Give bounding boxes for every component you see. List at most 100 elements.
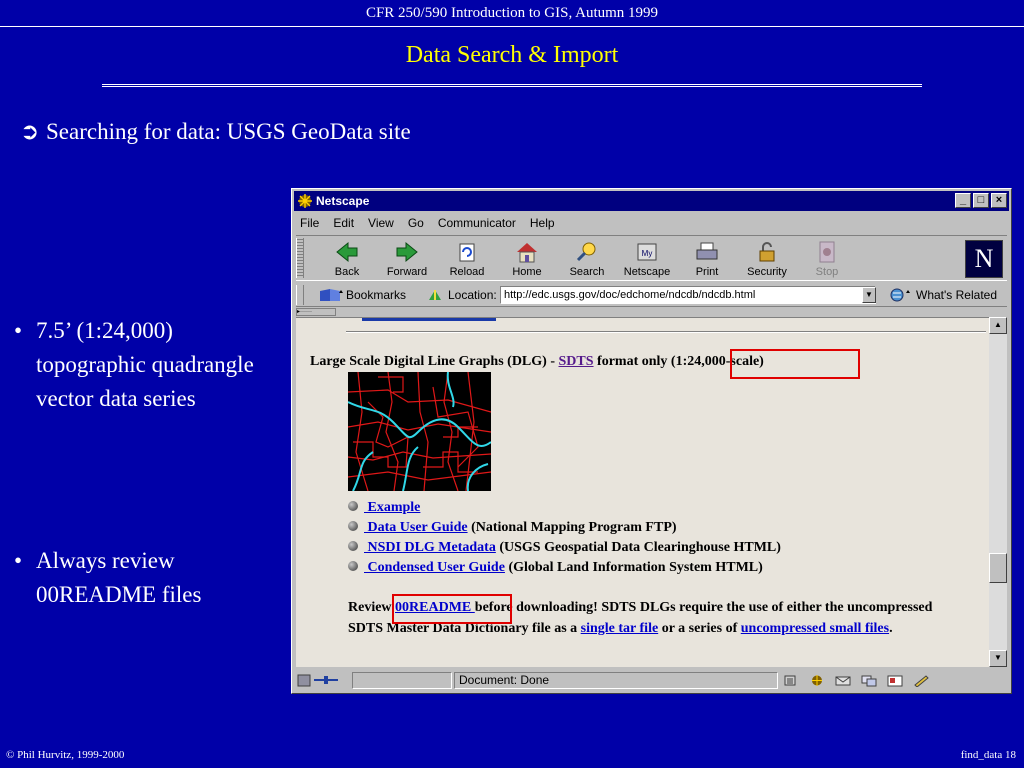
composer-icon[interactable] (886, 674, 904, 687)
side-bullet-scale: • 7.5’ (1:24,000) topographic quadrangle… (14, 314, 274, 416)
list-item: Condensed User Guide (Global Land Inform… (348, 558, 781, 578)
side-bullet-text: Always review 00README files (36, 548, 202, 607)
menu-go[interactable]: Go (408, 213, 424, 233)
navigation-toolbar: Back Forward Reload Home Search My Netsc… (296, 235, 1007, 281)
menu-edit[interactable]: Edit (333, 213, 354, 233)
list-item: Example (348, 498, 781, 518)
location-label: Location: (424, 285, 497, 305)
reload-button[interactable]: Reload (437, 238, 497, 280)
home-button[interactable]: Home (497, 238, 557, 280)
header-divider (0, 26, 1024, 27)
side-bullet-text: 7.5’ (1:24,000) topographic quadrangle v… (36, 318, 254, 411)
security-status-icon[interactable] (782, 674, 800, 687)
home-icon (517, 243, 537, 263)
offline-plug-icon (297, 674, 338, 687)
discussions-icon[interactable] (860, 674, 878, 687)
forward-arrow-icon (396, 241, 418, 263)
search-button[interactable]: Search (557, 238, 617, 280)
bullet-ball-icon (348, 521, 358, 531)
netscape-icon: My (637, 243, 657, 261)
netscape-window: Netscape _ □ × File Edit View Go Communi… (291, 188, 1012, 694)
arrow-bullet-icon: ➲ (20, 119, 40, 144)
main-bullet: ➲ Searching for data: USGS GeoData site (20, 119, 411, 145)
scale-highlight-box (730, 349, 860, 379)
window-title: Netscape (316, 194, 370, 208)
scroll-down-button[interactable]: ▼ (989, 650, 1007, 667)
minimize-button[interactable]: _ (955, 193, 971, 208)
readme-highlight-box (392, 594, 512, 624)
page-content: Large Scale Digital Line Graphs (DLG) - … (296, 317, 989, 667)
whats-related-icon (890, 288, 910, 302)
bullet-dot: • (14, 318, 23, 343)
security-button[interactable]: Security (737, 238, 797, 280)
maximize-button[interactable]: □ (973, 193, 989, 208)
sdts-link[interactable]: SDTS (559, 354, 594, 369)
close-button[interactable]: × (991, 193, 1007, 208)
print-button[interactable]: Print (677, 238, 737, 280)
scroll-up-button[interactable]: ▲ (989, 317, 1007, 334)
bookmarks-button[interactable]: Bookmarks (316, 285, 406, 305)
netscape-logo[interactable]: N (965, 240, 1003, 278)
collapsed-toolbar-tab[interactable]: ▸······ (296, 308, 336, 316)
svg-text:My: My (642, 249, 653, 258)
url-field[interactable]: http://edc.usgs.gov/doc/edchome/ndcdb/nd… (500, 286, 876, 304)
bookmarks-icon (320, 289, 343, 301)
page-edit-icon[interactable] (912, 674, 930, 687)
list-item: Data User Guide (National Mapping Progra… (348, 518, 781, 538)
mail-icon[interactable] (834, 674, 852, 687)
bullet-ball-icon (348, 501, 358, 511)
component-bar (782, 672, 982, 689)
scroll-thumb[interactable] (989, 553, 1007, 583)
connection-indicator (296, 672, 348, 689)
small-files-link[interactable]: uncompressed small files (741, 621, 889, 636)
forward-button[interactable]: Forward (377, 238, 437, 280)
security-lock-icon (759, 242, 775, 262)
netscape-app-icon (298, 194, 312, 208)
stop-button[interactable]: Stop (797, 238, 857, 280)
horizontal-rule (346, 331, 986, 333)
progress-field (352, 672, 452, 689)
stop-icon (819, 241, 835, 263)
footer-copyright: © Phil Hurvitz, 1999-2000 (6, 749, 125, 761)
menu-communicator[interactable]: Communicator (438, 213, 516, 233)
resource-links: Example Data User Guide (National Mappin… (348, 498, 781, 578)
dlg-heading: Large Scale Digital Line Graphs (DLG) - … (310, 354, 764, 369)
side-bullet-readme: • Always review 00README files (14, 544, 274, 612)
data-user-guide-link[interactable]: Data User Guide (364, 520, 468, 535)
whats-related-button[interactable]: What's Related (886, 285, 997, 305)
url-dropdown-button[interactable]: ▼ (862, 287, 876, 303)
slide-title: Data Search & Import (405, 42, 619, 68)
back-button[interactable]: Back (317, 238, 377, 280)
bullet-ball-icon (348, 561, 358, 571)
nsdi-metadata-link[interactable]: NSDI DLG Metadata (364, 540, 496, 555)
toolbar-grip[interactable] (296, 238, 304, 278)
cutoff-link[interactable] (362, 318, 496, 321)
main-bullet-text: Searching for data: USGS GeoData site (46, 119, 411, 144)
title-divider (102, 84, 922, 87)
vertical-scrollbar[interactable]: ▲ ▼ (989, 317, 1007, 667)
location-toolbar: Bookmarks Location: http://edc.usgs.gov/… (296, 283, 1007, 307)
status-bar: Document: Done (294, 669, 1009, 691)
toolbar-grip[interactable] (296, 285, 304, 305)
menu-file[interactable]: File (300, 213, 319, 233)
dlg-map-image[interactable] (348, 372, 491, 491)
page-proxy-icon (429, 290, 441, 300)
print-icon (696, 242, 718, 260)
bullet-dot: • (14, 548, 23, 573)
navigator-icon[interactable] (808, 674, 826, 687)
status-text: Document: Done (454, 672, 778, 689)
window-titlebar[interactable]: Netscape _ □ × (294, 191, 1009, 211)
menu-bar: File Edit View Go Communicator Help (296, 213, 555, 233)
back-arrow-icon (336, 241, 358, 263)
reload-icon (459, 243, 475, 262)
footer-slide-number: find_data 18 (960, 749, 1016, 761)
list-item: NSDI DLG Metadata (USGS Geospatial Data … (348, 538, 781, 558)
example-link[interactable]: Example (364, 500, 421, 515)
bullet-ball-icon (348, 541, 358, 551)
menu-view[interactable]: View (368, 213, 394, 233)
single-tar-link[interactable]: single tar file (581, 621, 659, 636)
search-icon (576, 242, 596, 262)
condensed-guide-link[interactable]: Condensed User Guide (364, 560, 505, 575)
menu-help[interactable]: Help (530, 213, 555, 233)
netscape-button[interactable]: My Netscape (617, 238, 677, 280)
